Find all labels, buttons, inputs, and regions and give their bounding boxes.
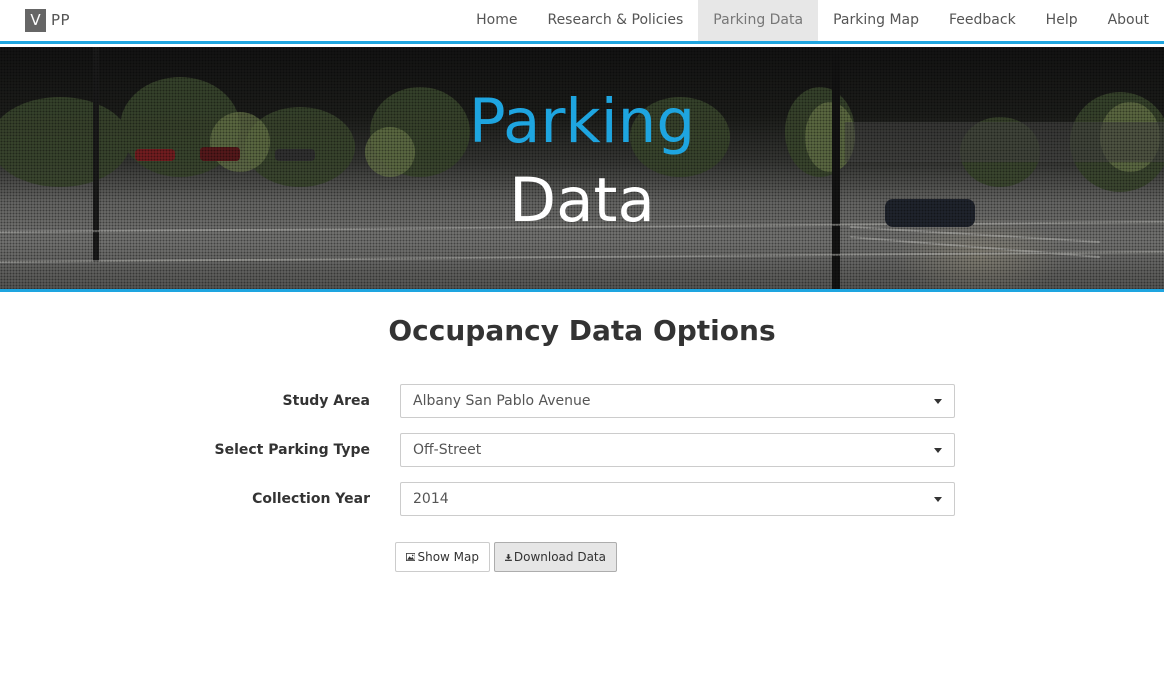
show-map-button[interactable]: Show Map (395, 542, 490, 572)
brand-logo[interactable]: V PP (25, 8, 70, 32)
download-icon (505, 553, 512, 561)
study-area-row: Study Area Albany San Pablo Avenue (0, 384, 1164, 418)
nav-item-about[interactable]: About (1093, 0, 1164, 41)
study-area-label: Study Area (282, 393, 370, 409)
caret-down-icon (934, 448, 942, 453)
download-data-button[interactable]: Download Data (494, 542, 617, 572)
study-area-value: Albany San Pablo Avenue (413, 393, 591, 409)
nav-item-research-policies[interactable]: Research & Policies (532, 0, 698, 41)
hero-banner: Parking Data (0, 47, 1164, 292)
brand-mark: V (25, 8, 46, 32)
image-icon (406, 553, 416, 561)
brand-text: PP (51, 11, 71, 29)
hero-title-parking: Parking (468, 86, 696, 157)
page-title: Occupancy Data Options (388, 314, 776, 347)
collection-year-value: 2014 (413, 491, 449, 507)
collection-year-label: Collection Year (252, 491, 370, 507)
collection-year-select[interactable]: 2014 (400, 482, 955, 516)
hero-title-data: Data (509, 165, 655, 236)
nav-item-parking-map[interactable]: Parking Map (818, 0, 934, 41)
parking-type-label: Select Parking Type (214, 442, 370, 458)
nav-item-help[interactable]: Help (1031, 0, 1093, 41)
parking-type-select[interactable]: Off-Street (400, 433, 955, 467)
caret-down-icon (934, 399, 942, 404)
parking-type-row: Select Parking Type Off-Street (0, 433, 1164, 467)
collection-year-row: Collection Year 2014 (0, 482, 1164, 516)
parking-type-value: Off-Street (413, 442, 482, 458)
main-nav: Home Research & Policies Parking Data Pa… (461, 0, 1164, 41)
download-data-label: Download Data (513, 550, 606, 564)
nav-item-feedback[interactable]: Feedback (934, 0, 1031, 41)
study-area-select[interactable]: Albany San Pablo Avenue (400, 384, 955, 418)
caret-down-icon (934, 497, 942, 502)
nav-item-home[interactable]: Home (461, 0, 532, 41)
show-map-label: Show Map (417, 550, 479, 564)
top-navbar: V PP Home Research & Policies Parking Da… (0, 0, 1164, 44)
nav-item-parking-data[interactable]: Parking Data (698, 0, 819, 41)
